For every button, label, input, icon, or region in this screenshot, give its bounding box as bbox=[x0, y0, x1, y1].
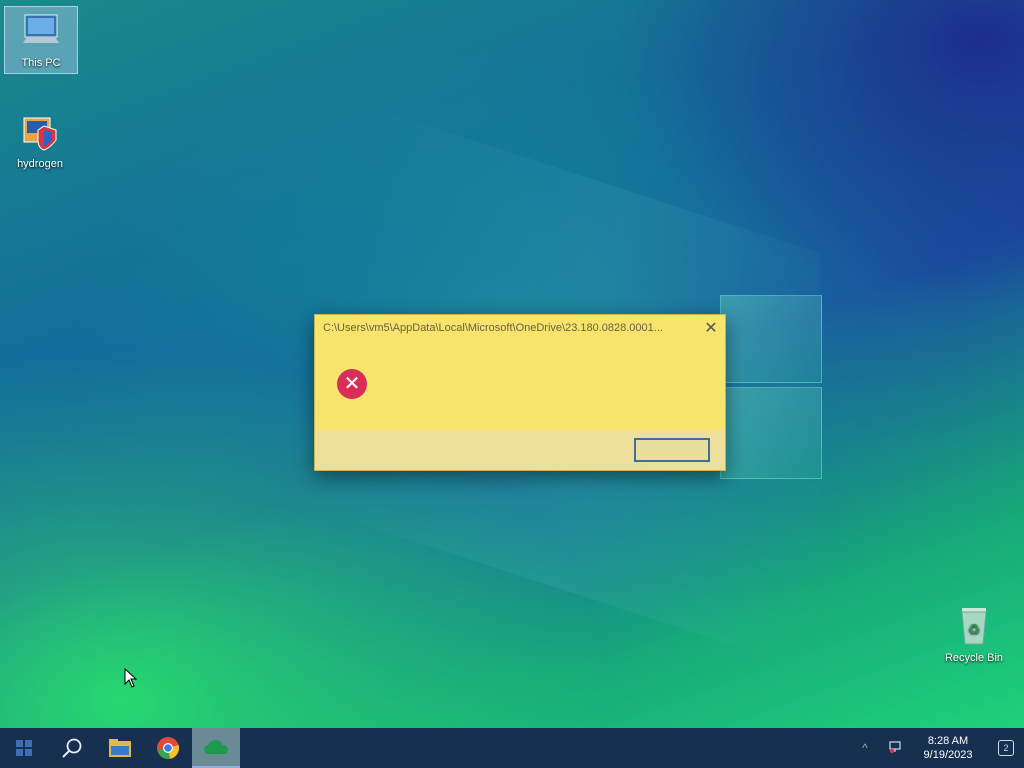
desktop-icon-label: This PC bbox=[21, 57, 61, 69]
dialog-body: ✕ bbox=[315, 341, 725, 429]
clock-date: 9/19/2023 bbox=[923, 749, 973, 761]
recycle-bin-icon: ♻ bbox=[961, 608, 987, 645]
start-icon bbox=[16, 740, 32, 756]
search-button[interactable] bbox=[48, 728, 96, 768]
error-icon: ✕ bbox=[337, 369, 367, 399]
mouse-cursor-icon bbox=[124, 668, 138, 688]
chevron-up-icon: ^ bbox=[862, 741, 868, 755]
desktop-icon-this-pc[interactable]: This PC bbox=[4, 6, 78, 74]
desktop-icon-recycle-bin[interactable]: ♻ Recycle Bin bbox=[938, 602, 1010, 664]
svg-text:♻: ♻ bbox=[968, 622, 981, 638]
shield-app-icon bbox=[23, 117, 57, 151]
desktop-icon-label: Recycle Bin bbox=[944, 652, 1004, 664]
desktop-icon-label: hydrogen bbox=[17, 158, 63, 170]
cloud-icon bbox=[204, 740, 228, 754]
chrome-icon bbox=[157, 737, 180, 759]
dialog-title: C:\Users\vm5\AppData\Local\Microsoft\One… bbox=[323, 322, 663, 334]
search-icon bbox=[62, 738, 82, 758]
desktop-icon-hydrogen[interactable]: hydrogen bbox=[4, 112, 76, 170]
show-hidden-icons-button[interactable]: ^ bbox=[848, 741, 882, 755]
dialog-footer bbox=[315, 430, 725, 470]
taskbar-file-explorer[interactable] bbox=[96, 728, 144, 768]
network-icon bbox=[889, 740, 901, 753]
notification-icon: 2 bbox=[998, 740, 1014, 756]
dialog-titlebar[interactable]: C:\Users\vm5\AppData\Local\Microsoft\One… bbox=[315, 315, 725, 341]
close-button[interactable]: ✕ bbox=[697, 315, 725, 341]
folder-icon bbox=[109, 739, 131, 757]
close-icon: ✕ bbox=[704, 320, 718, 337]
taskbar-chrome[interactable] bbox=[144, 728, 192, 768]
computer-icon bbox=[23, 14, 59, 43]
error-icon-glyph: ✕ bbox=[343, 373, 361, 395]
system-tray: ^ 8:28 AM 9/19/2023 2 bbox=[848, 728, 1024, 768]
error-dialog: C:\Users\vm5\AppData\Local\Microsoft\One… bbox=[314, 314, 726, 471]
desktop: This PC hydrogen ♻ Recycle Bin C:\Users\… bbox=[0, 0, 1024, 728]
taskbar-clock[interactable]: 8:28 AM 9/19/2023 bbox=[908, 734, 988, 762]
clock-time: 8:28 AM bbox=[927, 735, 969, 747]
taskbar-onedrive[interactable] bbox=[192, 728, 240, 768]
ok-button[interactable] bbox=[634, 438, 710, 462]
taskbar: ^ 8:28 AM 9/19/2023 2 bbox=[0, 728, 1024, 768]
action-center-button[interactable]: 2 bbox=[988, 740, 1024, 756]
start-button[interactable] bbox=[0, 728, 48, 768]
network-status-button[interactable] bbox=[882, 740, 908, 757]
